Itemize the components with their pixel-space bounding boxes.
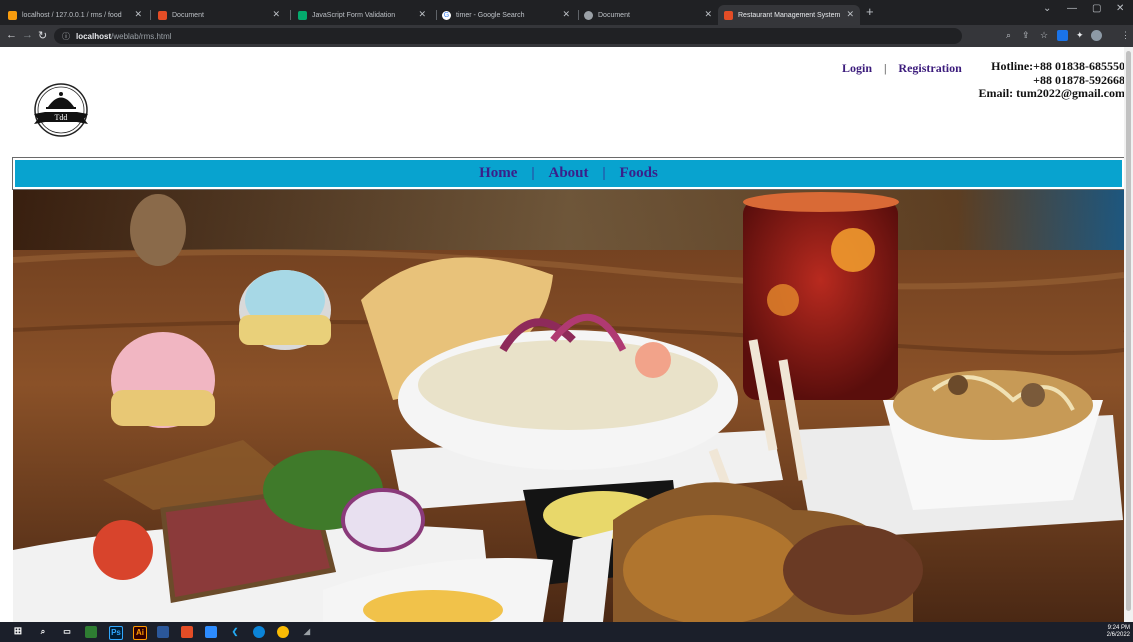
photoshop-icon[interactable]: Ps: [109, 626, 123, 640]
new-tab-icon[interactable]: +: [866, 4, 874, 19]
globe-icon: [584, 10, 593, 20]
site-info-icon[interactable]: ⓘ: [62, 31, 70, 42]
link-separator: |: [884, 61, 887, 75]
phpmyadmin-icon: [8, 10, 17, 20]
logo-text: Tdd: [55, 113, 68, 122]
profile-avatar-icon[interactable]: [1091, 30, 1102, 41]
clock-time: 9:24 PM: [1107, 625, 1130, 631]
zoom-app-icon[interactable]: [205, 626, 217, 638]
hero-food-image: [13, 190, 1124, 622]
html-app-icon[interactable]: [181, 626, 193, 638]
contact-email: Email: tum2022@gmail.com: [978, 86, 1125, 100]
contact-info: Hotline:+88 01838-685550 +88 01878-59266…: [978, 59, 1125, 101]
tab-title: Document: [598, 11, 630, 19]
browser-tab[interactable]: Document ✕: [584, 5, 718, 25]
tab-separator: [150, 10, 151, 20]
app-icon[interactable]: [157, 626, 169, 638]
tab-separator: [290, 10, 291, 20]
close-tab-icon[interactable]: ✕: [418, 9, 426, 20]
tab-title: Restaurant Management System: [738, 11, 841, 19]
close-tab-icon[interactable]: ✕: [562, 9, 570, 20]
browser-tab-active[interactable]: Restaurant Management System ✕: [718, 5, 860, 25]
url-path: /weblab/rms.html: [111, 31, 172, 41]
tab-title: localhost / 127.0.0.1 / rms / food: [22, 11, 122, 19]
zoom-icon[interactable]: ⌕: [1006, 30, 1011, 41]
browser-tab[interactable]: JavaScript Form Validation ✕: [298, 5, 432, 25]
chrome-icon[interactable]: [277, 626, 289, 638]
reload-icon[interactable]: ↻: [38, 29, 47, 42]
bookmark-star-icon[interactable]: ☆: [1040, 30, 1048, 41]
task-view-icon[interactable]: ▭: [61, 626, 73, 638]
tab-title: JavaScript Form Validation: [312, 11, 396, 19]
scrollbar-thumb[interactable]: [1126, 51, 1131, 611]
tab-search-icon[interactable]: ⌄: [1043, 3, 1051, 14]
html-document-icon: [158, 10, 167, 20]
w3schools-icon: [298, 10, 307, 20]
tab-title: timer - Google Search: [456, 11, 525, 19]
tab-separator: [578, 10, 579, 20]
nav-foods[interactable]: Foods: [620, 165, 658, 182]
app-icon[interactable]: [85, 626, 97, 638]
os-taskbar: ⊞ ⌕ ▭ Ps Ai ❮ ◢ 9:24 PM 2/6/2022: [0, 622, 1133, 642]
nav-separator: |: [602, 165, 606, 181]
url-host: localhost: [76, 31, 112, 41]
close-tab-icon[interactable]: ✕: [846, 9, 854, 20]
browser-tab[interactable]: Document ✕: [158, 5, 286, 25]
html-document-icon: [724, 10, 733, 20]
close-tab-icon[interactable]: ✕: [272, 9, 280, 20]
forward-icon[interactable]: →: [22, 29, 33, 41]
registration-link[interactable]: Registration: [898, 61, 961, 75]
browser-tab[interactable]: localhost / 127.0.0.1 / rms / food ✕: [8, 5, 148, 25]
close-tab-icon[interactable]: ✕: [134, 9, 142, 20]
extension-icon[interactable]: [1057, 30, 1068, 41]
url-field[interactable]: ⓘ localhost /weblab/rms.html: [54, 28, 962, 44]
tab-title: Document: [172, 11, 204, 19]
browser-tab[interactable]: G timer - Google Search ✕: [442, 5, 576, 25]
browser-address-bar: ← → ↻ ⓘ localhost /weblab/rms.html ⌕ ⇪ ☆…: [0, 25, 1133, 47]
browser-tab-bar: localhost / 127.0.0.1 / rms / food ✕ Doc…: [0, 0, 1133, 25]
page-scrollbar[interactable]: [1124, 47, 1133, 622]
close-window-icon[interactable]: ✕: [1116, 3, 1124, 14]
browser-menu-icon[interactable]: ⋮: [1121, 30, 1130, 41]
app-icon[interactable]: ◢: [301, 626, 313, 638]
restaurant-logo: Tdd: [34, 83, 88, 137]
hotline-primary: Hotline:+88 01838-685550: [991, 59, 1125, 73]
minimize-icon[interactable]: —: [1067, 3, 1077, 14]
maximize-icon[interactable]: ▢: [1092, 3, 1101, 14]
main-nav: Home | About | Foods: [12, 157, 1125, 190]
nav-about[interactable]: About: [548, 165, 588, 182]
edge-icon[interactable]: [253, 626, 265, 638]
nav-home[interactable]: Home: [479, 165, 517, 182]
clock-date: 2/6/2022: [1106, 632, 1130, 638]
back-icon[interactable]: ←: [6, 29, 17, 41]
taskbar-clock[interactable]: 9:24 PM 2/6/2022: [1107, 625, 1130, 639]
windows-start-icon[interactable]: ⊞: [12, 626, 24, 638]
google-icon: G: [442, 10, 451, 20]
login-link[interactable]: Login: [842, 61, 872, 75]
illustrator-icon[interactable]: Ai: [133, 626, 147, 640]
tab-separator: [436, 10, 437, 20]
extensions-puzzle-icon[interactable]: ✦: [1076, 30, 1084, 41]
vscode-icon[interactable]: ❮: [229, 626, 241, 638]
share-icon[interactable]: ⇪: [1022, 30, 1030, 41]
close-tab-icon[interactable]: ✕: [704, 9, 712, 20]
search-icon[interactable]: ⌕: [37, 626, 49, 638]
hotline-secondary: +88 01878-592668: [1033, 72, 1125, 87]
account-links: Login | Registration: [842, 61, 962, 76]
nav-separator: |: [531, 165, 535, 181]
